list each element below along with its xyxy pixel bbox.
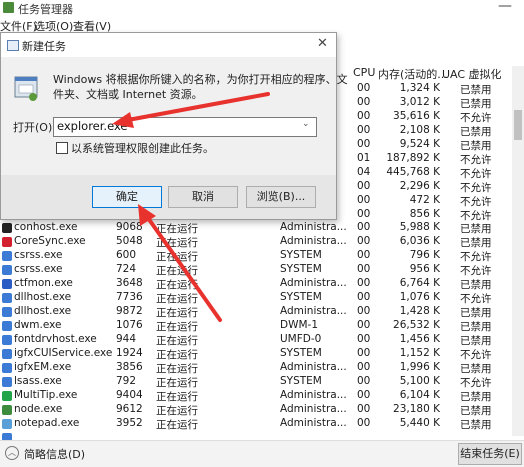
- arrow-to-input: [112, 92, 270, 128]
- arrow-to-ok: [138, 204, 222, 322]
- annotation-arrows: [112, 92, 270, 322]
